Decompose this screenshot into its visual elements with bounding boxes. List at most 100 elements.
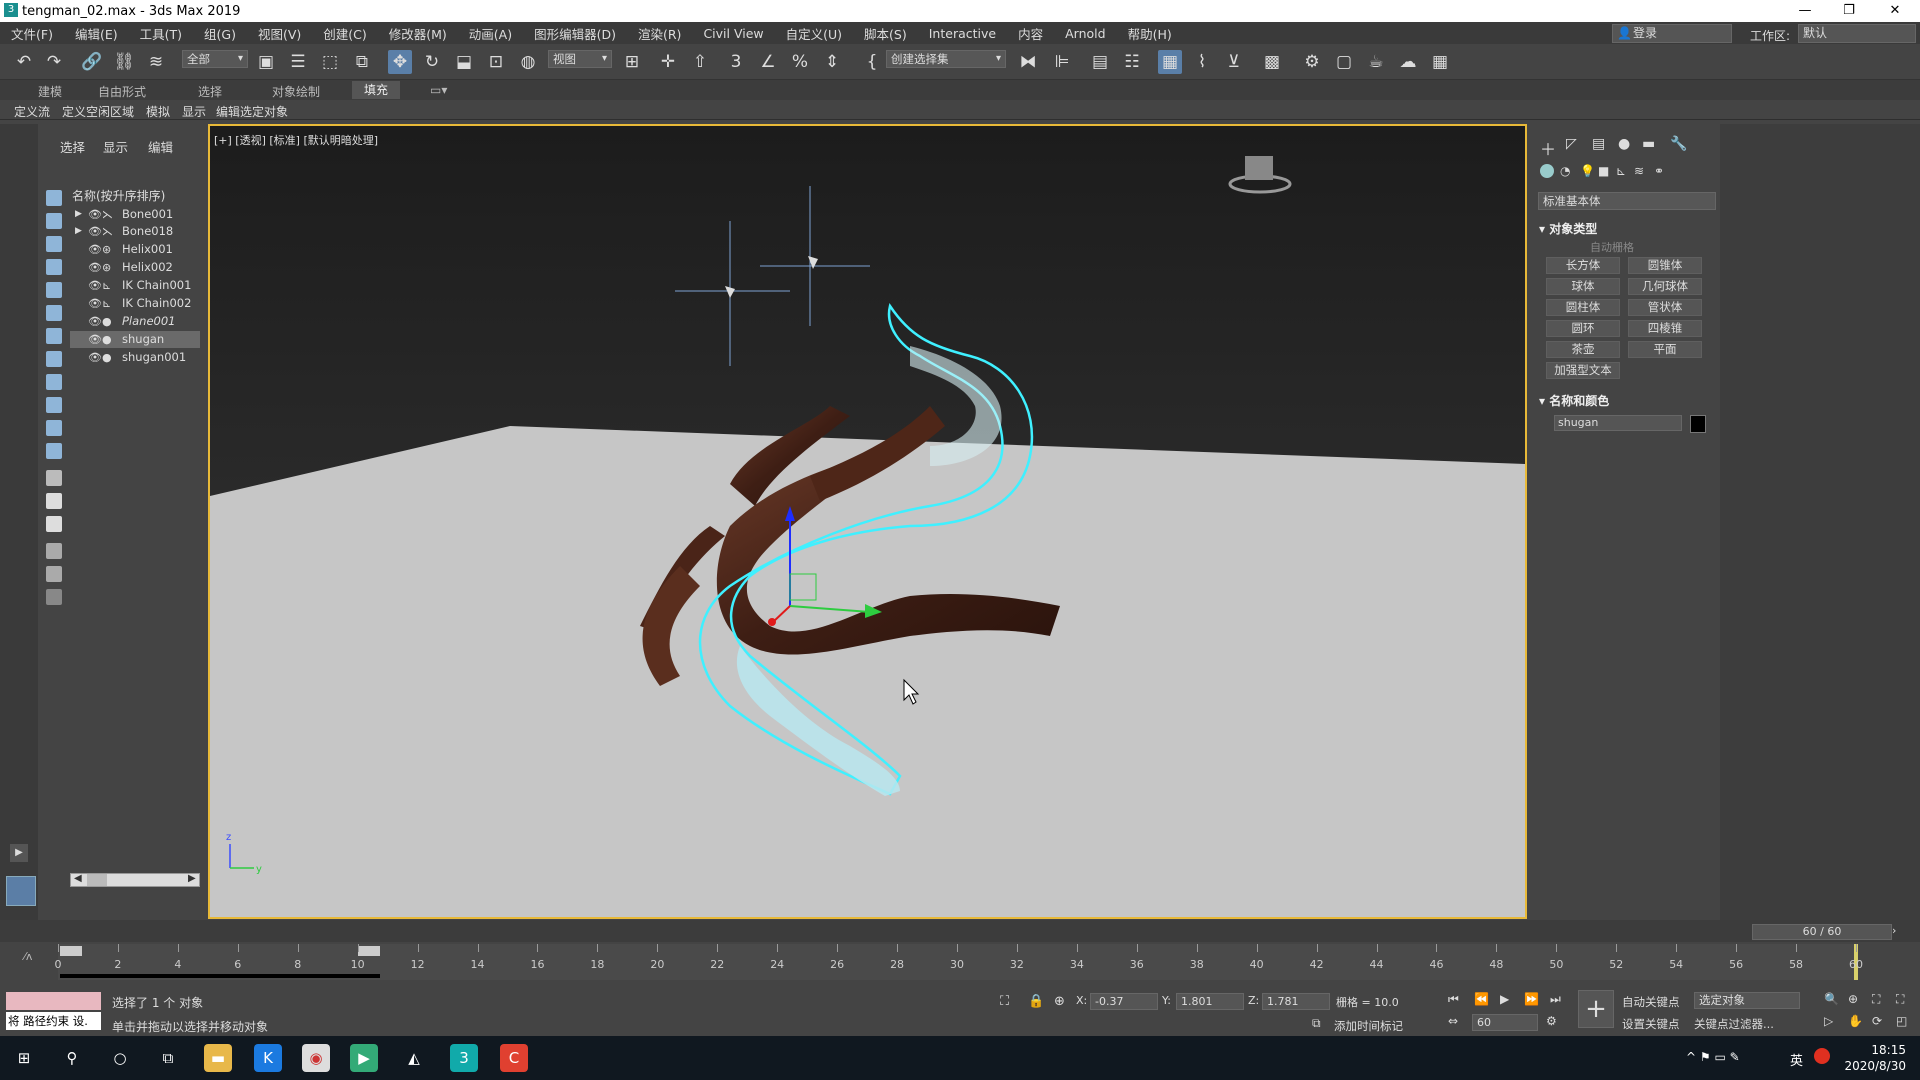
- time-config-icon[interactable]: ⚙: [1546, 1014, 1557, 1028]
- display-visibility-icon[interactable]: [46, 443, 62, 459]
- scroll-thumb[interactable]: [87, 874, 107, 886]
- current-frame-field[interactable]: 60: [1472, 1014, 1538, 1031]
- select-by-name-icon[interactable]: ☰: [286, 50, 310, 74]
- display-children-icon[interactable]: [46, 516, 62, 532]
- display-spacewarps-icon[interactable]: [46, 305, 62, 321]
- viewport-layout-icon[interactable]: [6, 876, 36, 906]
- menu-graph-editors[interactable]: 图形编辑器(D): [523, 24, 627, 43]
- lock-selection-icon[interactable]: 🔒: [1028, 994, 1044, 1009]
- display-lights-icon[interactable]: [46, 236, 62, 252]
- menu-civil-view[interactable]: Civil View: [692, 26, 774, 41]
- tab-selection[interactable]: 选择: [198, 83, 222, 100]
- helpers-category-icon[interactable]: ⊾: [1616, 164, 1626, 178]
- keyboard-shortcut-icon[interactable]: ✛: [656, 50, 680, 74]
- layer-explorer-icon[interactable]: ▤: [1088, 50, 1112, 74]
- render-setup-icon[interactable]: ⚙: [1300, 50, 1324, 74]
- snap-toggle-icon[interactable]: ⇧: [688, 50, 712, 74]
- maxscript-mini-listener[interactable]: 将 路径约束 设.: [6, 1012, 101, 1030]
- systems-category-icon[interactable]: ⚭: [1654, 164, 1664, 178]
- spacewarps-category-icon[interactable]: ≋: [1634, 164, 1644, 178]
- time-tag-icon[interactable]: ⧉: [1312, 1016, 1321, 1031]
- 3dsmax-taskbar-icon[interactable]: 3: [450, 1044, 478, 1072]
- menu-create[interactable]: 创建(C): [312, 24, 377, 43]
- menu-tools[interactable]: 工具(T): [129, 24, 193, 43]
- sogou-icon[interactable]: [1814, 1048, 1830, 1064]
- key-filters-button[interactable]: 关键点过滤器...: [1694, 1016, 1774, 1032]
- object-type-rollout[interactable]: ▾ 对象类型: [1539, 220, 1597, 237]
- expand-arrow-icon[interactable]: ▶: [75, 206, 82, 223]
- use-pivot-icon[interactable]: ◍: [516, 50, 540, 74]
- field-of-view-icon[interactable]: ▷: [1824, 1014, 1833, 1028]
- list-item[interactable]: ▶ 👁 ⋋ Bone001: [70, 206, 200, 223]
- x-coordinate-field[interactable]: -0.37: [1090, 993, 1158, 1010]
- render-production-icon[interactable]: ☕: [1364, 50, 1388, 74]
- define-idle-areas-button[interactable]: 定义空闲区域: [62, 103, 134, 120]
- mini-curve-icon[interactable]: ⁄ʌ: [24, 950, 32, 963]
- display-bones-icon[interactable]: [46, 282, 62, 298]
- hierarchy-tab-icon[interactable]: ▤: [1592, 136, 1605, 152]
- zoom-extents-icon[interactable]: ⛶: [1872, 992, 1880, 1007]
- display-button[interactable]: 显示: [182, 103, 206, 120]
- text-plus-button[interactable]: 加强型文本: [1546, 362, 1620, 379]
- display-none-icon[interactable]: [46, 190, 62, 206]
- zoom-all-icon[interactable]: ⊕: [1848, 992, 1858, 1006]
- eye-icon[interactable]: 👁: [88, 277, 102, 294]
- zoom-extents-all-icon[interactable]: ⛶: [1896, 992, 1904, 1007]
- pan-icon[interactable]: ✋: [1848, 1014, 1863, 1028]
- tab-object-paint[interactable]: 对象绘制: [272, 83, 320, 100]
- bind-space-warp-icon[interactable]: ≋: [144, 50, 168, 74]
- list-item-selected[interactable]: 👁 ● shugan: [70, 331, 200, 348]
- play-icon[interactable]: ▶: [1500, 992, 1509, 1006]
- tab-populate[interactable]: 填充: [352, 81, 401, 99]
- orbit-icon[interactable]: ⟳: [1872, 1014, 1882, 1028]
- login-dropdown[interactable]: 👤 登录: [1612, 24, 1732, 43]
- named-selection-dropdown[interactable]: 创建选择集: [886, 50, 1006, 68]
- list-item[interactable]: 👁 ● Plane001: [70, 313, 200, 330]
- display-invert-icon[interactable]: [46, 493, 62, 509]
- workspace-dropdown[interactable]: 默认: [1798, 24, 1916, 43]
- undo-icon[interactable]: ↶: [12, 50, 36, 74]
- system-clock[interactable]: 18:15 2020/8/30: [1844, 1042, 1906, 1074]
- align-icon[interactable]: ⊫: [1050, 50, 1074, 74]
- create-tab-icon[interactable]: ＋: [1540, 136, 1556, 160]
- unlink-icon[interactable]: ⛓: [112, 50, 136, 74]
- menu-customize[interactable]: 自定义(U): [775, 24, 853, 43]
- next-frame-icon[interactable]: ›: [1892, 924, 1896, 937]
- explorer-tab-display[interactable]: 显示: [103, 137, 128, 156]
- next-key-icon[interactable]: ⏩: [1524, 992, 1539, 1006]
- menu-view[interactable]: 视图(V): [247, 24, 312, 43]
- goto-start-icon[interactable]: ⏮: [1448, 992, 1459, 1007]
- render-iterative-icon[interactable]: ▦: [1428, 50, 1452, 74]
- display-geometry-icon[interactable]: [46, 213, 62, 229]
- select-rotate-icon[interactable]: ↻: [420, 50, 444, 74]
- set-key-big-button[interactable]: +: [1578, 990, 1614, 1028]
- list-item[interactable]: 👁 ⊛ Helix001: [70, 241, 200, 258]
- auto-key-button[interactable]: 自动关键点: [1622, 994, 1680, 1010]
- display-xrefs-icon[interactable]: [46, 351, 62, 367]
- goto-end-icon[interactable]: ⏭: [1550, 992, 1561, 1007]
- render-cloud-icon[interactable]: ☁: [1396, 50, 1420, 74]
- prev-key-icon[interactable]: ⏪: [1474, 992, 1489, 1006]
- display-helpers-icon[interactable]: [46, 374, 62, 390]
- rect-select-icon[interactable]: ⬚: [318, 50, 342, 74]
- explorer-horizontal-scrollbar[interactable]: ◀ ▶: [70, 873, 200, 887]
- file-explorer-icon[interactable]: ▬: [204, 1044, 232, 1072]
- name-color-rollout[interactable]: ▾ 名称和颜色: [1539, 392, 1609, 409]
- define-flows-button[interactable]: 定义流: [14, 103, 50, 120]
- menu-help[interactable]: 帮助(H): [1117, 24, 1183, 43]
- teapot-button[interactable]: 茶壶: [1546, 341, 1620, 358]
- display-groups-icon[interactable]: [46, 328, 62, 344]
- toggle-ribbon-icon[interactable]: ☷: [1120, 50, 1144, 74]
- maxscript-listener[interactable]: [6, 992, 101, 1010]
- geometry-category-icon[interactable]: [1540, 164, 1554, 178]
- tab-modeling[interactable]: 建模: [38, 83, 62, 100]
- eye-icon[interactable]: 👁: [88, 241, 102, 258]
- set-key-button[interactable]: 设置关键点: [1622, 1016, 1680, 1032]
- modify-tab-icon[interactable]: ◸: [1566, 136, 1577, 152]
- cortana-icon[interactable]: ○: [106, 1044, 134, 1072]
- menu-modifiers[interactable]: 修改器(M): [378, 24, 458, 43]
- list-item[interactable]: 👁 ⊾ IK Chain001: [70, 277, 200, 294]
- select-manipulate-icon[interactable]: ⊞: [620, 50, 644, 74]
- cameras-category-icon[interactable]: ■: [1598, 164, 1609, 178]
- maximize-viewport-icon[interactable]: ◰: [1896, 1014, 1907, 1028]
